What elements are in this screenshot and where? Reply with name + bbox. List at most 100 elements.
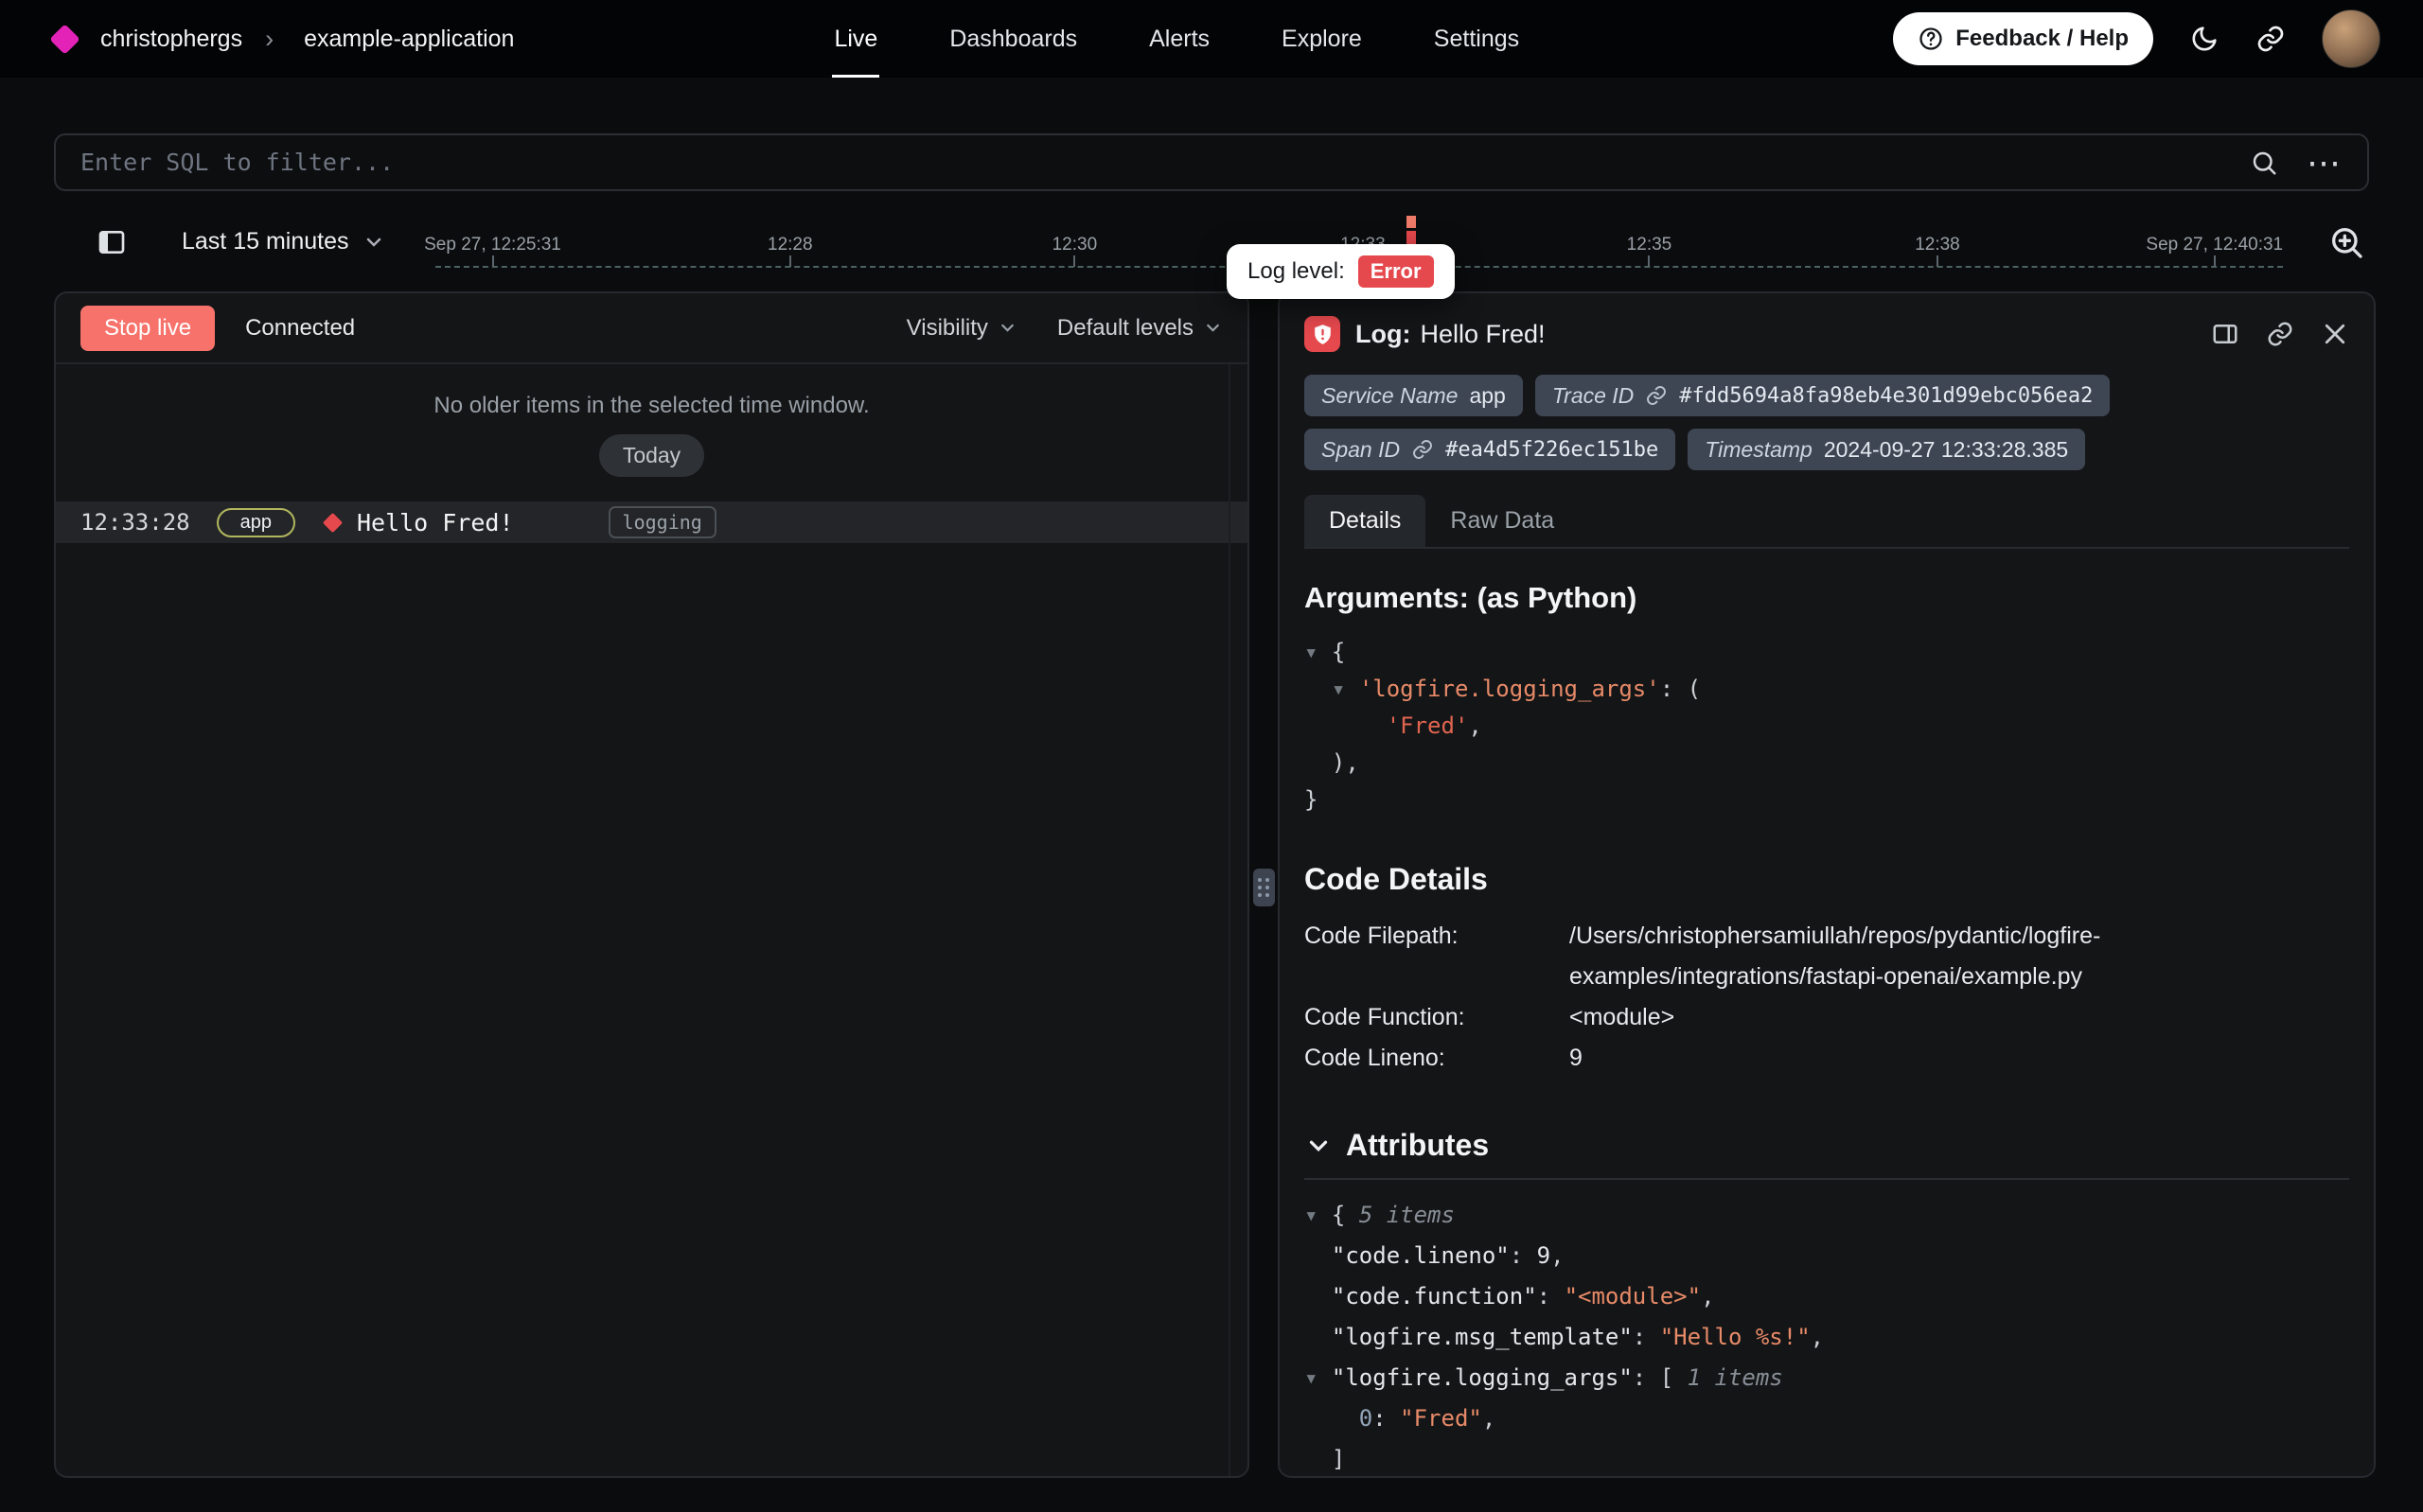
time-range-selector[interactable]: Last 15 minutes xyxy=(182,228,385,255)
details-title-text: Hello Fred! xyxy=(1420,320,1545,349)
chip-label: Trace ID xyxy=(1552,383,1634,409)
code-line: 'Fred', xyxy=(1304,708,2349,745)
connection-status: Connected xyxy=(245,315,355,342)
logger-tag[interactable]: logging xyxy=(609,506,716,538)
timeline-tick-mark xyxy=(492,255,494,267)
sidebar-toggle-icon xyxy=(97,227,127,257)
tab-raw-data[interactable]: Raw Data xyxy=(1425,495,1579,547)
help-circle-icon xyxy=(1918,26,1944,52)
default-levels-label: Default levels xyxy=(1057,315,1194,342)
stop-live-button[interactable]: Stop live xyxy=(80,306,215,351)
code-line: "code.function": "<module>", xyxy=(1304,1276,2349,1317)
code-detail-row: Code Function:<module> xyxy=(1304,997,2349,1038)
sql-filter-input[interactable] xyxy=(80,149,2250,176)
code-detail-value: <module> xyxy=(1569,997,2349,1038)
sidebar-toggle-button[interactable] xyxy=(86,217,137,268)
chip-value: #ea4d5f226ec151be xyxy=(1445,438,1658,462)
time-bar: Last 15 minutes Sep 27, 12:25:31 12:28 12:… xyxy=(54,208,2369,276)
chip-label: Span ID xyxy=(1321,437,1400,463)
attributes-json: ▾ { 5 items "code.lineno": 9, "code.func… xyxy=(1304,1195,2349,1478)
code-line: ▾ { xyxy=(1304,634,2349,671)
chip-row: Service Name app Trace ID #fdd5694a8fa98eb4… xyxy=(1280,352,2374,470)
visibility-dropdown[interactable]: Visibility xyxy=(907,315,1017,342)
timeline-tick-label: 12:28 xyxy=(768,235,813,255)
feedback-help-label: Feedback / Help xyxy=(1955,26,2129,52)
more-options-icon[interactable]: ⋯ xyxy=(2307,149,2343,177)
today-button[interactable]: Today xyxy=(599,434,704,477)
nav-item-alerts[interactable]: Alerts xyxy=(1113,0,1246,78)
logfire-logo-icon[interactable] xyxy=(49,24,80,55)
visibility-label: Visibility xyxy=(907,315,988,342)
tooltip-label: Log level: xyxy=(1247,258,1345,285)
code-line: ] xyxy=(1304,1439,2349,1478)
chip-trace-id[interactable]: Trace ID #fdd5694a8fa98eb4e301d99ebc056ea… xyxy=(1535,375,2111,416)
attributes-divider xyxy=(1304,1178,2349,1180)
breadcrumb: christophergs › example-application xyxy=(54,25,514,54)
code-line: ▾ { 5 items xyxy=(1304,1195,2349,1236)
details-content: Arguments: (as Python) ▾ { ▾ 'logfire.lo… xyxy=(1280,549,2374,1478)
link-icon xyxy=(1411,438,1434,461)
chip-value: #fdd5694a8fa98eb4e301d99ebc056ea2 xyxy=(1679,384,2093,408)
chip-service-name[interactable]: Service Name app xyxy=(1304,375,1523,416)
collapse-chevron-icon[interactable] xyxy=(1304,1132,1333,1160)
nav-menu: LiveDashboardsAlertsExploreSettings xyxy=(798,0,1555,78)
chip-span-id[interactable]: Span ID #ea4d5f226ec151be xyxy=(1304,429,1675,470)
nav-item-live[interactable]: Live xyxy=(798,0,913,78)
code-detail-row: Code Filepath:/Users/christophersamiulla… xyxy=(1304,916,2349,997)
timeline-tick-label: 12:38 xyxy=(1915,235,1960,255)
default-levels-dropdown[interactable]: Default levels xyxy=(1057,315,1223,342)
log-row[interactable]: 12:33:28 app Hello Fred! logging xyxy=(56,501,1247,543)
code-line: } xyxy=(1304,782,2349,818)
time-range-label: Last 15 minutes xyxy=(182,228,349,255)
code-detail-value: /Users/christophersamiullah/repos/pydant… xyxy=(1569,916,2349,997)
arguments-heading: Arguments: (as Python) xyxy=(1304,581,2349,615)
sql-filter-bar: ⋯ xyxy=(54,133,2369,191)
open-panel-icon[interactable] xyxy=(2211,320,2239,348)
feedback-help-button[interactable]: Feedback / Help xyxy=(1893,12,2153,65)
breadcrumb-project[interactable]: example-application xyxy=(304,26,514,53)
nav-item-dashboards[interactable]: Dashboards xyxy=(913,0,1113,78)
search-icon[interactable] xyxy=(2250,149,2278,177)
chip-value: app xyxy=(1469,383,1505,409)
error-level-icon xyxy=(323,512,343,532)
chip-label: Service Name xyxy=(1321,383,1458,409)
details-title-prefix: Log: xyxy=(1355,320,1410,349)
code-line: "logfire.msg_template": "Hello %s!", xyxy=(1304,1317,2349,1358)
log-message: Hello Fred! xyxy=(357,509,514,536)
details-tabs: DetailsRaw Data xyxy=(1304,495,2349,549)
zoom-in-button[interactable] xyxy=(2327,223,2365,266)
timeline-tick-mark xyxy=(1648,255,1650,267)
log-level-tooltip: Log level: Error xyxy=(1227,244,1455,299)
code-detail-label: Code Lineno: xyxy=(1304,1038,1569,1079)
chevron-down-icon xyxy=(998,318,1017,338)
code-line: ▾ "logfire.logging_args": [ 1 items xyxy=(1304,1358,2349,1398)
code-line: 0: "Fred", xyxy=(1304,1398,2349,1439)
close-icon[interactable] xyxy=(2321,320,2349,348)
code-detail-row: Code Lineno:9 xyxy=(1304,1038,2349,1079)
service-tag[interactable]: app xyxy=(217,508,295,537)
navbar: christophergs › example-application Live… xyxy=(0,0,2423,78)
share-link-button[interactable] xyxy=(2255,24,2286,54)
timeline-tick-mark xyxy=(789,255,791,267)
code-detail-value: 9 xyxy=(1569,1038,2349,1079)
nav-item-explore[interactable]: Explore xyxy=(1246,0,1398,78)
log-timestamp: 12:33:28 xyxy=(80,509,190,536)
chevron-down-icon xyxy=(1203,318,1223,338)
dark-mode-toggle[interactable] xyxy=(2189,24,2220,54)
code-detail-label: Code Function: xyxy=(1304,997,1569,1038)
nav-item-settings[interactable]: Settings xyxy=(1398,0,1555,78)
error-badge: Error xyxy=(1358,255,1434,288)
timeline-tick-label: Sep 27, 12:25:31 xyxy=(424,235,561,255)
details-title: Log: Hello Fred! xyxy=(1355,320,1546,349)
empty-state: No older items in the selected time wind… xyxy=(56,364,1247,477)
details-header: Log: Hello Fred! xyxy=(1280,293,2374,352)
user-avatar[interactable] xyxy=(2322,9,2380,68)
code-details-heading: Code Details xyxy=(1304,862,2349,897)
chip-timestamp[interactable]: Timestamp2024-09-27 12:33:28.385 xyxy=(1688,429,2085,470)
tab-details[interactable]: Details xyxy=(1304,495,1425,547)
timeline-tick-mark xyxy=(2214,255,2216,267)
panel-resize-handle[interactable] xyxy=(1253,869,1275,906)
copy-link-icon[interactable] xyxy=(2266,320,2294,348)
breadcrumb-org[interactable]: christophergs xyxy=(100,26,242,53)
arguments-code: ▾ { ▾ 'logfire.logging_args': ( 'Fred', … xyxy=(1304,634,2349,818)
